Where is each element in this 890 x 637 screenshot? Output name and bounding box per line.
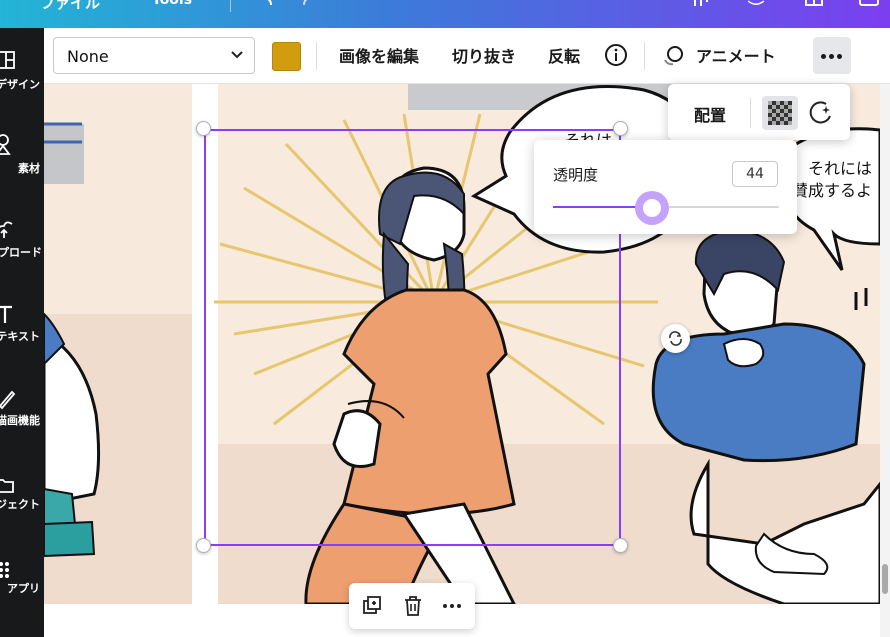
toolbar-divider <box>644 42 645 70</box>
slider-thumb-dot <box>643 199 662 217</box>
speech-text-right-1: それには <box>808 159 872 178</box>
redo-icon[interactable] <box>296 0 318 14</box>
header-divider <box>230 0 231 12</box>
canvas-scrollbar[interactable] <box>880 84 890 637</box>
menu-file[interactable]: ファイル <box>40 0 100 13</box>
opacity-popover: 透明度 44 <box>534 140 797 234</box>
layout-icon <box>0 51 15 69</box>
shapes-icon <box>0 134 11 155</box>
rotate-handle[interactable] <box>661 324 690 353</box>
more-dot <box>821 54 826 59</box>
opacity-value-input[interactable]: 44 <box>732 161 778 187</box>
animate-icon <box>664 46 683 66</box>
draw-icon <box>0 390 16 410</box>
context-toolbar: None 画像を編集 切り抜き 反転 アニメート <box>44 28 890 84</box>
sidebar-item-label: アップロード <box>0 246 42 259</box>
sidebar-item-label: アプリ <box>7 582 40 595</box>
comment-icon[interactable] <box>745 0 767 14</box>
sidebar-item-label: テキスト <box>0 330 40 343</box>
sidebar-item-draw[interactable]: 描画機能 <box>0 382 44 466</box>
resize-handle-top-left[interactable] <box>196 121 211 136</box>
sidebar-item-uploads[interactable]: アップロード <box>0 214 44 298</box>
position-button[interactable]: 配置 <box>694 102 726 126</box>
left-sidebar: デザイン 素材 アップロード テキスト 描画機能 プロジェクト アプリ <box>0 28 44 637</box>
chevron-down-icon <box>231 51 243 59</box>
download-icon[interactable] <box>858 0 880 14</box>
animate-label: アニメート <box>696 47 776 66</box>
undo-icon[interactable] <box>257 0 279 14</box>
upload-icon <box>0 221 13 238</box>
opacity-slider-thumb[interactable] <box>635 191 670 225</box>
top-header: ファイル Tools <box>0 0 890 28</box>
duplicate-icon[interactable] <box>362 595 384 617</box>
sidebar-item-label: デザイン <box>0 78 40 91</box>
apps-icon <box>0 562 9 578</box>
crop-button[interactable]: 切り抜き <box>452 43 516 67</box>
sidebar-item-apps[interactable]: アプリ <box>0 550 44 634</box>
position-popover: 配置 <box>668 84 850 140</box>
more-dot <box>837 54 842 59</box>
sidebar-item-text[interactable]: テキスト <box>0 298 44 382</box>
sidebar-item-design[interactable]: デザイン <box>0 46 44 130</box>
menu-tools[interactable]: Tools <box>152 0 192 8</box>
magic-edit-icon[interactable] <box>806 98 836 128</box>
sidebar-item-label: プロジェクト <box>0 498 40 511</box>
more-dot <box>829 54 834 59</box>
trash-icon[interactable] <box>402 595 424 617</box>
sidebar-item-projects[interactable]: プロジェクト <box>0 466 44 550</box>
speech-text-right-2: 賛成するよ <box>792 181 872 200</box>
color-swatch[interactable] <box>272 42 301 71</box>
scrollbar-thumb[interactable] <box>882 564 888 594</box>
opacity-label: 透明度 <box>553 166 599 184</box>
more-horizontal-icon[interactable] <box>441 595 463 617</box>
flip-button[interactable]: 反転 <box>548 43 580 67</box>
info-icon[interactable] <box>604 43 628 67</box>
transparency-button[interactable] <box>762 96 798 130</box>
more-options-button[interactable] <box>813 37 851 74</box>
rotate-icon <box>669 331 682 346</box>
share-icon[interactable] <box>803 0 825 14</box>
filter-select-value: None <box>67 47 109 66</box>
text-icon <box>0 305 12 323</box>
element-floating-toolbar <box>349 583 475 629</box>
edit-image-button[interactable]: 画像を編集 <box>339 43 419 67</box>
toolbar-divider <box>316 42 317 70</box>
transparency-icon <box>768 101 792 125</box>
resize-handle-bottom-left[interactable] <box>196 538 211 553</box>
sidebar-item-elements[interactable]: 素材 <box>0 130 44 214</box>
popover-divider <box>750 98 751 128</box>
analytics-icon[interactable] <box>690 0 712 14</box>
folder-icon <box>0 479 14 493</box>
resize-handle-top-right[interactable] <box>613 121 628 136</box>
sidebar-item-label: 描画機能 <box>0 414 40 427</box>
filter-select[interactable]: None <box>53 37 255 74</box>
resize-handle-bottom-right[interactable] <box>613 538 628 553</box>
sidebar-item-label: 素材 <box>18 162 40 175</box>
